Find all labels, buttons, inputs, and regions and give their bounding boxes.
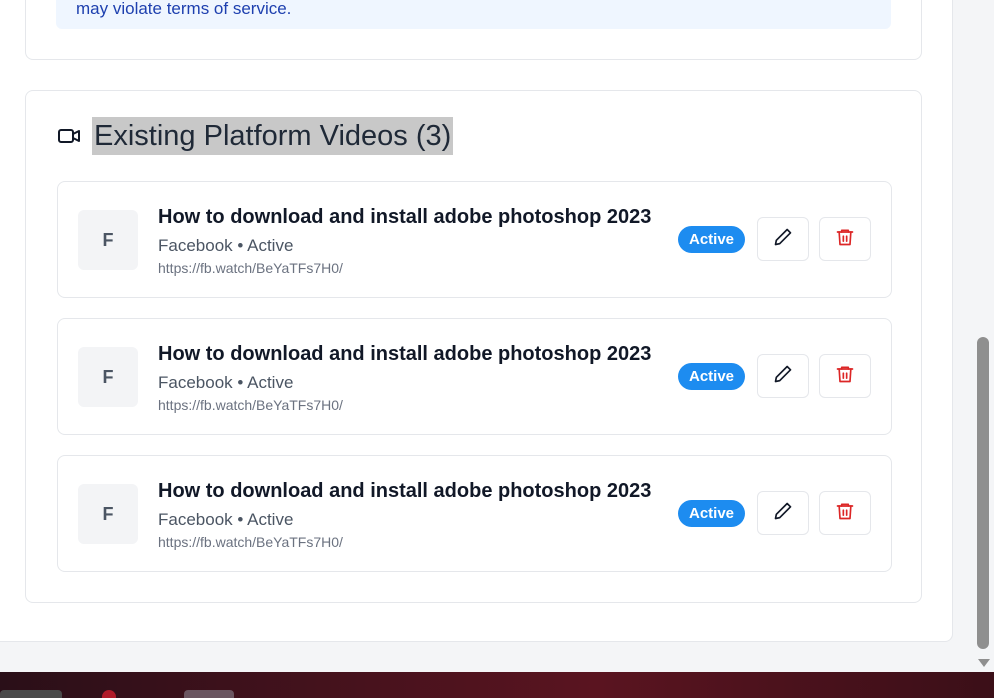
platform-avatar: F: [78, 210, 138, 270]
video-row: F How to download and install adobe phot…: [57, 455, 892, 572]
trash-icon: [835, 364, 855, 389]
taskbar-clock: [916, 690, 978, 698]
delete-button[interactable]: [819, 491, 871, 535]
edit-button[interactable]: [757, 217, 809, 261]
edit-button[interactable]: [757, 354, 809, 398]
video-title: How to download and install adobe photos…: [158, 343, 652, 365]
notice-card: may violate terms of service.: [25, 0, 922, 60]
pencil-icon: [773, 364, 793, 389]
video-url: https://fb.watch/BeYaTFs7H0/: [158, 260, 343, 276]
video-row: F How to download and install adobe phot…: [57, 181, 892, 298]
edit-button[interactable]: [757, 491, 809, 535]
section-title: Existing Platform Videos (3): [92, 117, 454, 155]
vertical-scrollbar[interactable]: [974, 0, 994, 672]
video-url: https://fb.watch/BeYaTFs7H0/: [158, 534, 343, 550]
delete-button[interactable]: [819, 217, 871, 261]
taskbar-app-icon[interactable]: [102, 690, 116, 698]
taskbar-search[interactable]: [0, 690, 62, 698]
section-header: Existing Platform Videos (3): [57, 116, 454, 156]
status-badge: Active: [678, 363, 746, 390]
pencil-icon: [773, 501, 793, 526]
video-meta: Facebook • Active: [158, 510, 294, 529]
os-taskbar: [0, 672, 994, 698]
video-camera-icon: [57, 124, 81, 148]
delete-button[interactable]: [819, 354, 871, 398]
scroll-down-arrow-icon[interactable]: [977, 657, 991, 669]
video-meta: Facebook • Active: [158, 236, 294, 255]
trash-icon: [835, 227, 855, 252]
taskbar-app-icon[interactable]: [184, 690, 234, 698]
video-title: How to download and install adobe photos…: [158, 480, 652, 502]
existing-videos-card: Existing Platform Videos (3) F How to do…: [25, 90, 922, 603]
video-url: https://fb.watch/BeYaTFs7H0/: [158, 397, 343, 413]
platform-avatar: F: [78, 484, 138, 544]
video-title: How to download and install adobe photos…: [158, 206, 652, 228]
video-row: F How to download and install adobe phot…: [57, 318, 892, 435]
status-badge: Active: [678, 500, 746, 527]
platform-avatar: F: [78, 347, 138, 407]
pencil-icon: [773, 227, 793, 252]
trash-icon: [835, 501, 855, 526]
status-badge: Active: [678, 226, 746, 253]
video-meta: Facebook • Active: [158, 373, 294, 392]
warning-notice: may violate terms of service.: [56, 0, 891, 29]
scrollbar-thumb[interactable]: [977, 337, 989, 649]
main-panel: may violate terms of service. Existing P…: [0, 0, 953, 642]
notice-text: may violate terms of service.: [76, 0, 292, 18]
